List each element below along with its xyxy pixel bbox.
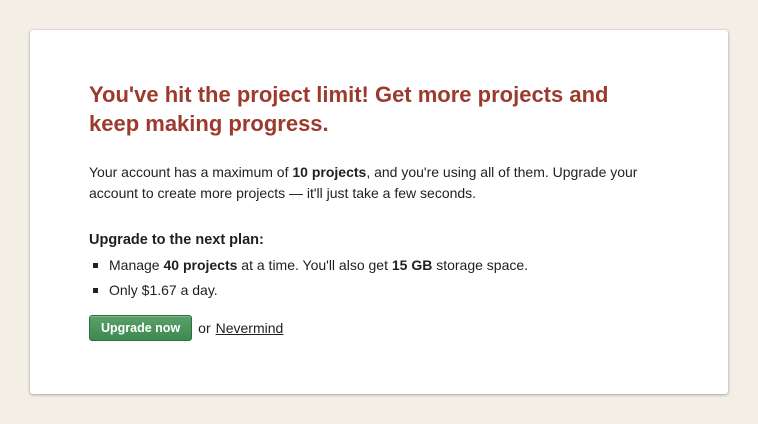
plan-heading: Upgrade to the next plan: [89, 232, 264, 248]
benefit-text-start: Manage [109, 257, 164, 273]
intro-text-start: Your account has a maximum of [89, 164, 293, 180]
nevermind-link[interactable]: Nevermind [216, 320, 284, 336]
benefits-list: Manage 40 projects at a time. You'll als… [89, 255, 670, 301]
intro-paragraph: Your account has a maximum of 10 project… [89, 162, 669, 204]
square-bullet-icon [93, 263, 98, 268]
upgrade-modal: You've hit the project limit! Get more p… [30, 30, 728, 394]
storage-value: 15 GB [391, 257, 433, 273]
list-item: Manage 40 projects at a time. You'll als… [89, 255, 670, 276]
benefit-text-end: storage space. [432, 257, 529, 273]
modal-title: You've hit the project limit! Get more p… [89, 82, 609, 136]
upgrade-now-button[interactable]: Upgrade now [89, 315, 193, 341]
price-text: Only $1.67 a day. [109, 282, 218, 298]
benefit-text-middle: at a time. You'll also get [237, 257, 392, 273]
square-bullet-icon [93, 288, 98, 293]
list-item: Only $1.67 a day. [89, 280, 670, 301]
project-limit-value: 10 projects [292, 164, 367, 180]
modal-actions: Upgrade now or Nevermind [89, 315, 670, 341]
or-text: or [198, 320, 211, 336]
project-count-value: 40 projects [163, 257, 238, 273]
